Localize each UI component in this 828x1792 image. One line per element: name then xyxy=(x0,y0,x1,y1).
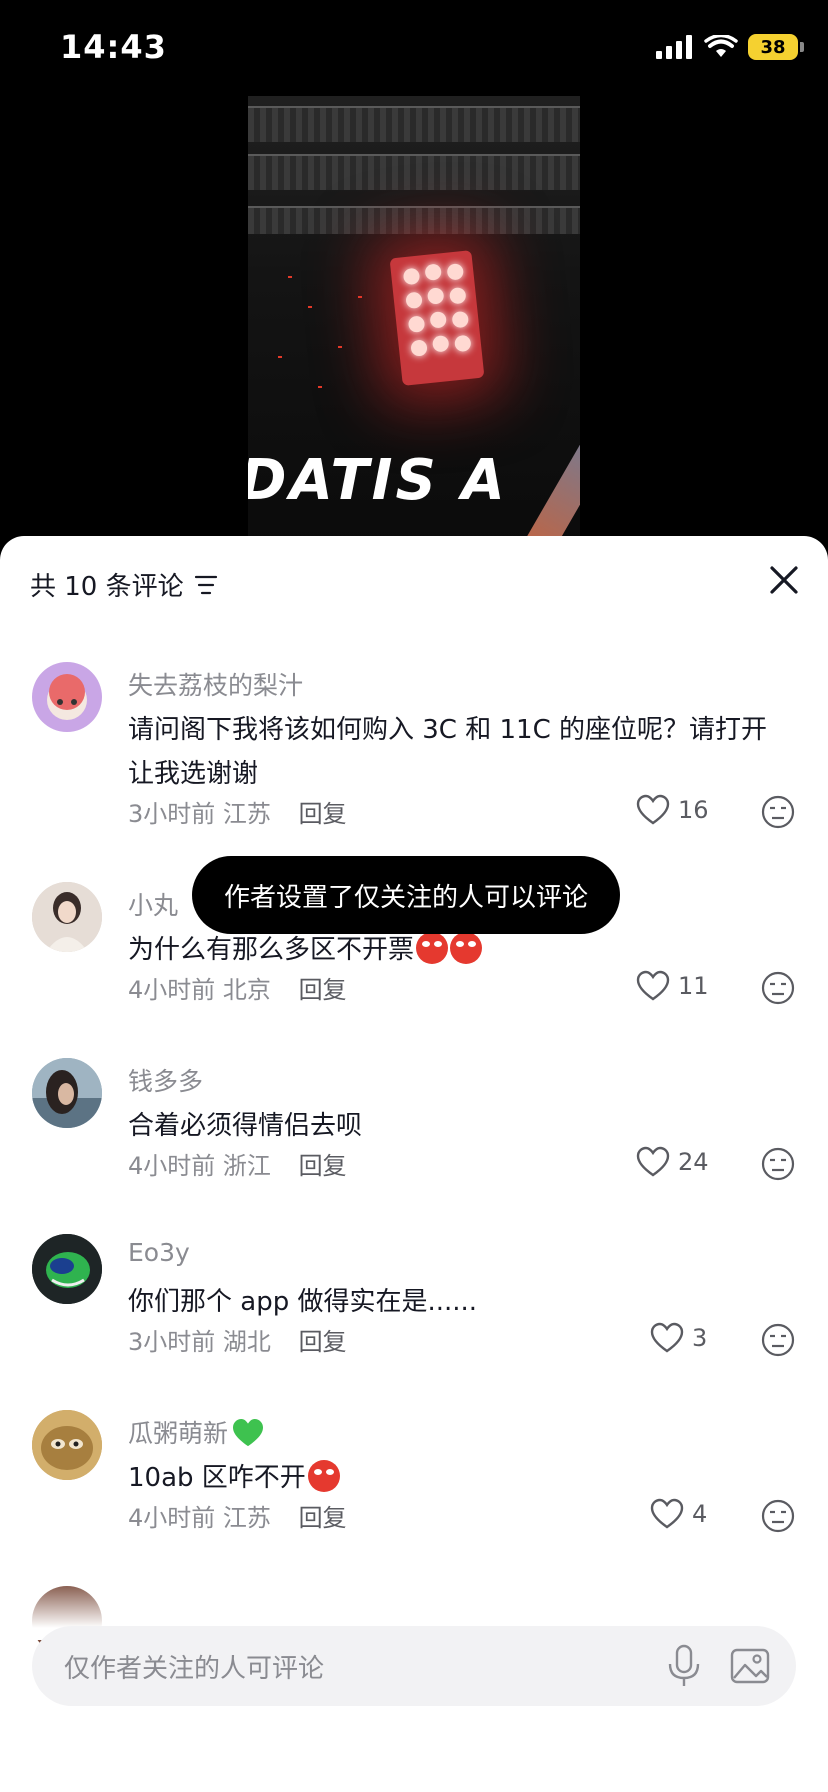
comment-username-text: 瓜粥萌新 xyxy=(128,1419,229,1448)
like-count: 4 xyxy=(692,1500,708,1528)
heart-icon xyxy=(650,1498,684,1529)
comment-location: 江苏 xyxy=(222,1504,271,1532)
battery-indicator: 38 xyxy=(748,34,804,60)
devil-emoji-icon xyxy=(416,932,449,964)
comments-count-title: 共 10 条评论 xyxy=(30,572,184,602)
like-count: 3 xyxy=(692,1324,708,1352)
video-brake-light xyxy=(389,250,485,386)
like-button[interactable]: 4 xyxy=(650,1498,707,1530)
reply-button[interactable]: 回复 xyxy=(299,1504,347,1532)
status-icons: 38 xyxy=(656,34,804,60)
comment-text-content: 为什么有那么多区不开票 xyxy=(128,935,415,965)
comment-time: 4小时前 xyxy=(128,976,216,1004)
signal-icon xyxy=(656,35,692,59)
status-time: 14:43 xyxy=(60,28,167,66)
avatar[interactable] xyxy=(32,662,102,732)
comment-meta: 4小时前 江苏 回复 xyxy=(128,1498,347,1533)
comment-meta: 4小时前 浙江 回复 xyxy=(128,1146,347,1181)
devil-emoji-icon xyxy=(307,1460,340,1492)
video-rail xyxy=(248,154,580,190)
green-heart-icon xyxy=(233,1418,264,1447)
comment-username[interactable]: 小丸 xyxy=(128,886,178,922)
comment-meta: 3小时前 湖北 回复 xyxy=(128,1322,347,1357)
comment-text: 10ab 区咋不开 xyxy=(128,1456,788,1500)
dislike-icon[interactable] xyxy=(760,1498,796,1534)
like-count: 11 xyxy=(678,972,709,1000)
toast-message: 作者设置了仅关注的人可以评论 xyxy=(192,856,621,934)
comment-text: 合着必须得情侣去呗 xyxy=(128,1111,363,1141)
comment-time: 3小时前 xyxy=(128,1328,216,1356)
avatar[interactable] xyxy=(32,1234,102,1304)
heart-icon xyxy=(636,970,670,1001)
comment-time: 3小时前 xyxy=(128,800,216,828)
wifi-icon xyxy=(704,35,738,57)
video-overlay-text: DATIS A xyxy=(248,448,508,513)
like-button[interactable]: 3 xyxy=(650,1322,707,1354)
video-spark xyxy=(318,386,322,388)
dislike-icon[interactable] xyxy=(760,1146,796,1182)
reply-button[interactable]: 回复 xyxy=(299,976,347,1004)
comment-text: 请问阁下我将该如何购入 3C 和 11C 的座位呢？请打开让我选谢谢 xyxy=(128,715,767,789)
like-count: 16 xyxy=(678,796,709,824)
comment-location: 浙江 xyxy=(222,1152,271,1180)
video-spark xyxy=(278,356,282,358)
video-player[interactable]: DATIS A xyxy=(248,96,580,546)
video-stripe xyxy=(497,328,580,546)
comment-time: 4小时前 xyxy=(128,1504,216,1532)
comment-username[interactable]: Eo3y xyxy=(128,1238,190,1267)
status-bar: 14:43 38 xyxy=(0,0,828,96)
video-spark xyxy=(308,306,312,308)
heart-icon xyxy=(636,794,670,825)
image-icon[interactable] xyxy=(730,1646,770,1686)
comment-text: 你们那个 app 做得实在是...... xyxy=(128,1287,478,1317)
comment-username[interactable]: 失去荔枝的梨汁 xyxy=(128,666,303,702)
dislike-icon[interactable] xyxy=(760,1322,796,1358)
like-button[interactable]: 16 xyxy=(636,794,709,826)
comment-location: 江苏 xyxy=(222,800,271,828)
comment-username[interactable]: 瓜粥萌新 xyxy=(128,1414,264,1450)
video-rail xyxy=(248,106,580,142)
avatar[interactable] xyxy=(32,882,102,952)
avatar[interactable] xyxy=(32,1410,102,1480)
comment-location: 湖北 xyxy=(222,1328,271,1356)
devil-emoji-icon xyxy=(450,932,483,964)
dislike-icon[interactable] xyxy=(760,794,796,830)
comment-time: 4小时前 xyxy=(128,1152,216,1180)
comments-header: 共 10 条评论 xyxy=(30,566,218,603)
reply-button[interactable]: 回复 xyxy=(299,1152,347,1180)
heart-icon xyxy=(636,1146,670,1177)
avatar[interactable] xyxy=(32,1058,102,1128)
like-button[interactable]: 11 xyxy=(636,970,709,1002)
comment-input[interactable]: 仅作者关注的人可评论 xyxy=(32,1626,796,1706)
video-spark xyxy=(358,296,362,298)
video-spark xyxy=(288,276,292,278)
dislike-icon[interactable] xyxy=(760,970,796,1006)
video-spark xyxy=(338,346,342,348)
like-button[interactable]: 24 xyxy=(636,1146,709,1178)
comment-text-content: 10ab 区咋不开 xyxy=(128,1463,306,1493)
sort-filter-icon[interactable] xyxy=(194,574,218,596)
comment-text: 为什么有那么多区不开票 xyxy=(128,928,788,972)
comment-location: 北京 xyxy=(222,976,271,1004)
close-icon[interactable] xyxy=(766,562,802,598)
reply-button[interactable]: 回复 xyxy=(299,1328,347,1356)
reply-button[interactable]: 回复 xyxy=(299,800,347,828)
comment-meta: 3小时前 江苏 回复 xyxy=(128,794,347,829)
video-rail xyxy=(248,206,580,234)
microphone-icon[interactable] xyxy=(664,1644,704,1688)
like-count: 24 xyxy=(678,1148,709,1176)
heart-icon xyxy=(650,1322,684,1353)
comment-input-placeholder: 仅作者关注的人可评论 xyxy=(64,1654,325,1684)
comment-username[interactable]: 钱多多 xyxy=(128,1062,203,1098)
comment-meta: 4小时前 北京 回复 xyxy=(128,970,347,1005)
